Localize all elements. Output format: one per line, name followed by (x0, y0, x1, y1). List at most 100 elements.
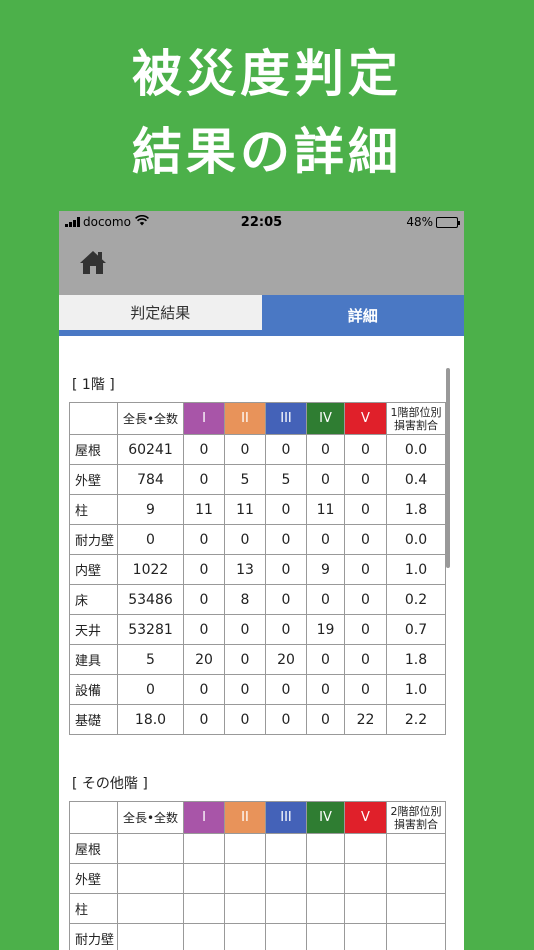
header-grade-4: IV (306, 801, 345, 834)
wifi-icon (134, 214, 149, 229)
promo-title-line2: 結果の詳細 (132, 123, 402, 181)
status-bar: docomo 22:05 48% (59, 211, 464, 233)
cell-g1 (183, 923, 225, 950)
cell-length: 18.0 (117, 704, 184, 735)
row-label: 設備 (69, 674, 118, 705)
phone-screen: docomo 22:05 48% 判定結果 詳細 [ 1階 ] 全長•全数 I … (59, 211, 464, 950)
cell-length: 5 (117, 644, 184, 675)
header-length: 全長•全数 (117, 402, 184, 435)
cell-g4: 9 (306, 554, 345, 585)
cell-g3 (265, 833, 307, 864)
cell-g5: 0 (344, 644, 387, 675)
cell-g5 (344, 863, 387, 894)
carrier-name: docomo (83, 215, 131, 229)
scrollbar[interactable] (446, 368, 450, 568)
table-row: 設備 0 0 0 0 0 0 1.0 (69, 674, 446, 705)
battery-icon (436, 216, 460, 228)
header-part (69, 402, 118, 435)
signal-icon (65, 217, 80, 227)
header-ratio: 2階部位別 損害割合 (386, 801, 446, 834)
cell-g2 (224, 863, 266, 894)
table-row: 内壁 1022 0 13 0 9 0 1.0 (69, 554, 446, 585)
section-title-other: [ その他階 ] (72, 776, 148, 792)
cell-ratio: 0.7 (386, 614, 446, 645)
tab-result[interactable]: 判定結果 (59, 295, 262, 336)
cell-g4: 0 (306, 584, 345, 615)
cell-g1 (183, 833, 225, 864)
cell-g3: 0 (265, 674, 307, 705)
row-label: 外壁 (69, 464, 118, 495)
row-label: 建具 (69, 644, 118, 675)
cell-g2: 0 (224, 674, 266, 705)
cell-g1: 0 (183, 674, 225, 705)
cell-g1: 0 (183, 584, 225, 615)
cell-g5 (344, 833, 387, 864)
row-label: 屋根 (69, 833, 118, 864)
cell-length (117, 893, 184, 924)
promo-title-line1: 被災度判定 (132, 45, 402, 103)
cell-ratio: 1.8 (386, 494, 446, 525)
home-button[interactable] (77, 248, 109, 280)
table-header-row: 全長•全数 I II III IV V 2階部位別 損害割合 (69, 801, 446, 834)
battery-percent: 48% (406, 215, 433, 229)
header-grade-1: I (183, 402, 225, 435)
cell-length (117, 863, 184, 894)
cell-g1: 0 (183, 464, 225, 495)
cell-ratio (386, 923, 446, 950)
table-row: 柱 (69, 893, 446, 924)
cell-g4 (306, 863, 345, 894)
cell-g4: 19 (306, 614, 345, 645)
row-label: 基礎 (69, 704, 118, 735)
cell-g1: 0 (183, 704, 225, 735)
tab-detail[interactable]: 詳細 (261, 295, 464, 336)
cell-length: 0 (117, 524, 184, 555)
row-label: 柱 (69, 893, 118, 924)
row-label: 柱 (69, 494, 118, 525)
cell-g3: 0 (265, 584, 307, 615)
cell-g4: 0 (306, 644, 345, 675)
cell-g2: 8 (224, 584, 266, 615)
header-grade-2: II (224, 801, 266, 834)
cell-g4: 0 (306, 704, 345, 735)
cell-g4 (306, 893, 345, 924)
other-floors-table: 全長•全数 I II III IV V 2階部位別 損害割合 屋根 外壁柱耐力壁 (69, 801, 446, 950)
cell-g2 (224, 923, 266, 950)
cell-g1: 0 (183, 614, 225, 645)
row-label: 耐力壁 (69, 524, 118, 555)
cell-ratio: 0.0 (386, 524, 446, 555)
table-row: 屋根 60241 0 0 0 0 0 0.0 (69, 434, 446, 465)
cell-length (117, 923, 184, 950)
detail-content: [ 1階 ] 全長•全数 I II III IV V 1階部位別 損害割合 屋根 6… (59, 336, 464, 950)
cell-g5: 0 (344, 674, 387, 705)
cell-g4: 0 (306, 524, 345, 555)
table-row: 外壁 784 0 5 5 0 0 0.4 (69, 464, 446, 495)
cell-ratio: 1.0 (386, 554, 446, 585)
cell-g5: 0 (344, 584, 387, 615)
row-label: 床 (69, 584, 118, 615)
cell-g5 (344, 893, 387, 924)
cell-g1: 0 (183, 524, 225, 555)
tab-bar: 判定結果 詳細 (59, 295, 464, 336)
row-label: 耐力壁 (69, 923, 118, 950)
cell-g1 (183, 893, 225, 924)
cell-g3: 0 (265, 614, 307, 645)
cell-g5: 0 (344, 614, 387, 645)
row-label: 屋根 (69, 434, 118, 465)
header-part (69, 801, 118, 834)
cell-g3: 0 (265, 524, 307, 555)
cell-length: 53281 (117, 614, 184, 645)
cell-length: 784 (117, 464, 184, 495)
cell-g4: 0 (306, 464, 345, 495)
cell-g1: 11 (183, 494, 225, 525)
cell-g2 (224, 893, 266, 924)
header-length: 全長•全数 (117, 801, 184, 834)
cell-length: 60241 (117, 434, 184, 465)
row-label: 外壁 (69, 863, 118, 894)
cell-g2: 11 (224, 494, 266, 525)
cell-length: 9 (117, 494, 184, 525)
cell-ratio: 1.0 (386, 674, 446, 705)
header-grade-3: III (265, 801, 307, 834)
table-row: 屋根 (69, 833, 446, 864)
cell-g1 (183, 863, 225, 894)
cell-g4 (306, 923, 345, 950)
